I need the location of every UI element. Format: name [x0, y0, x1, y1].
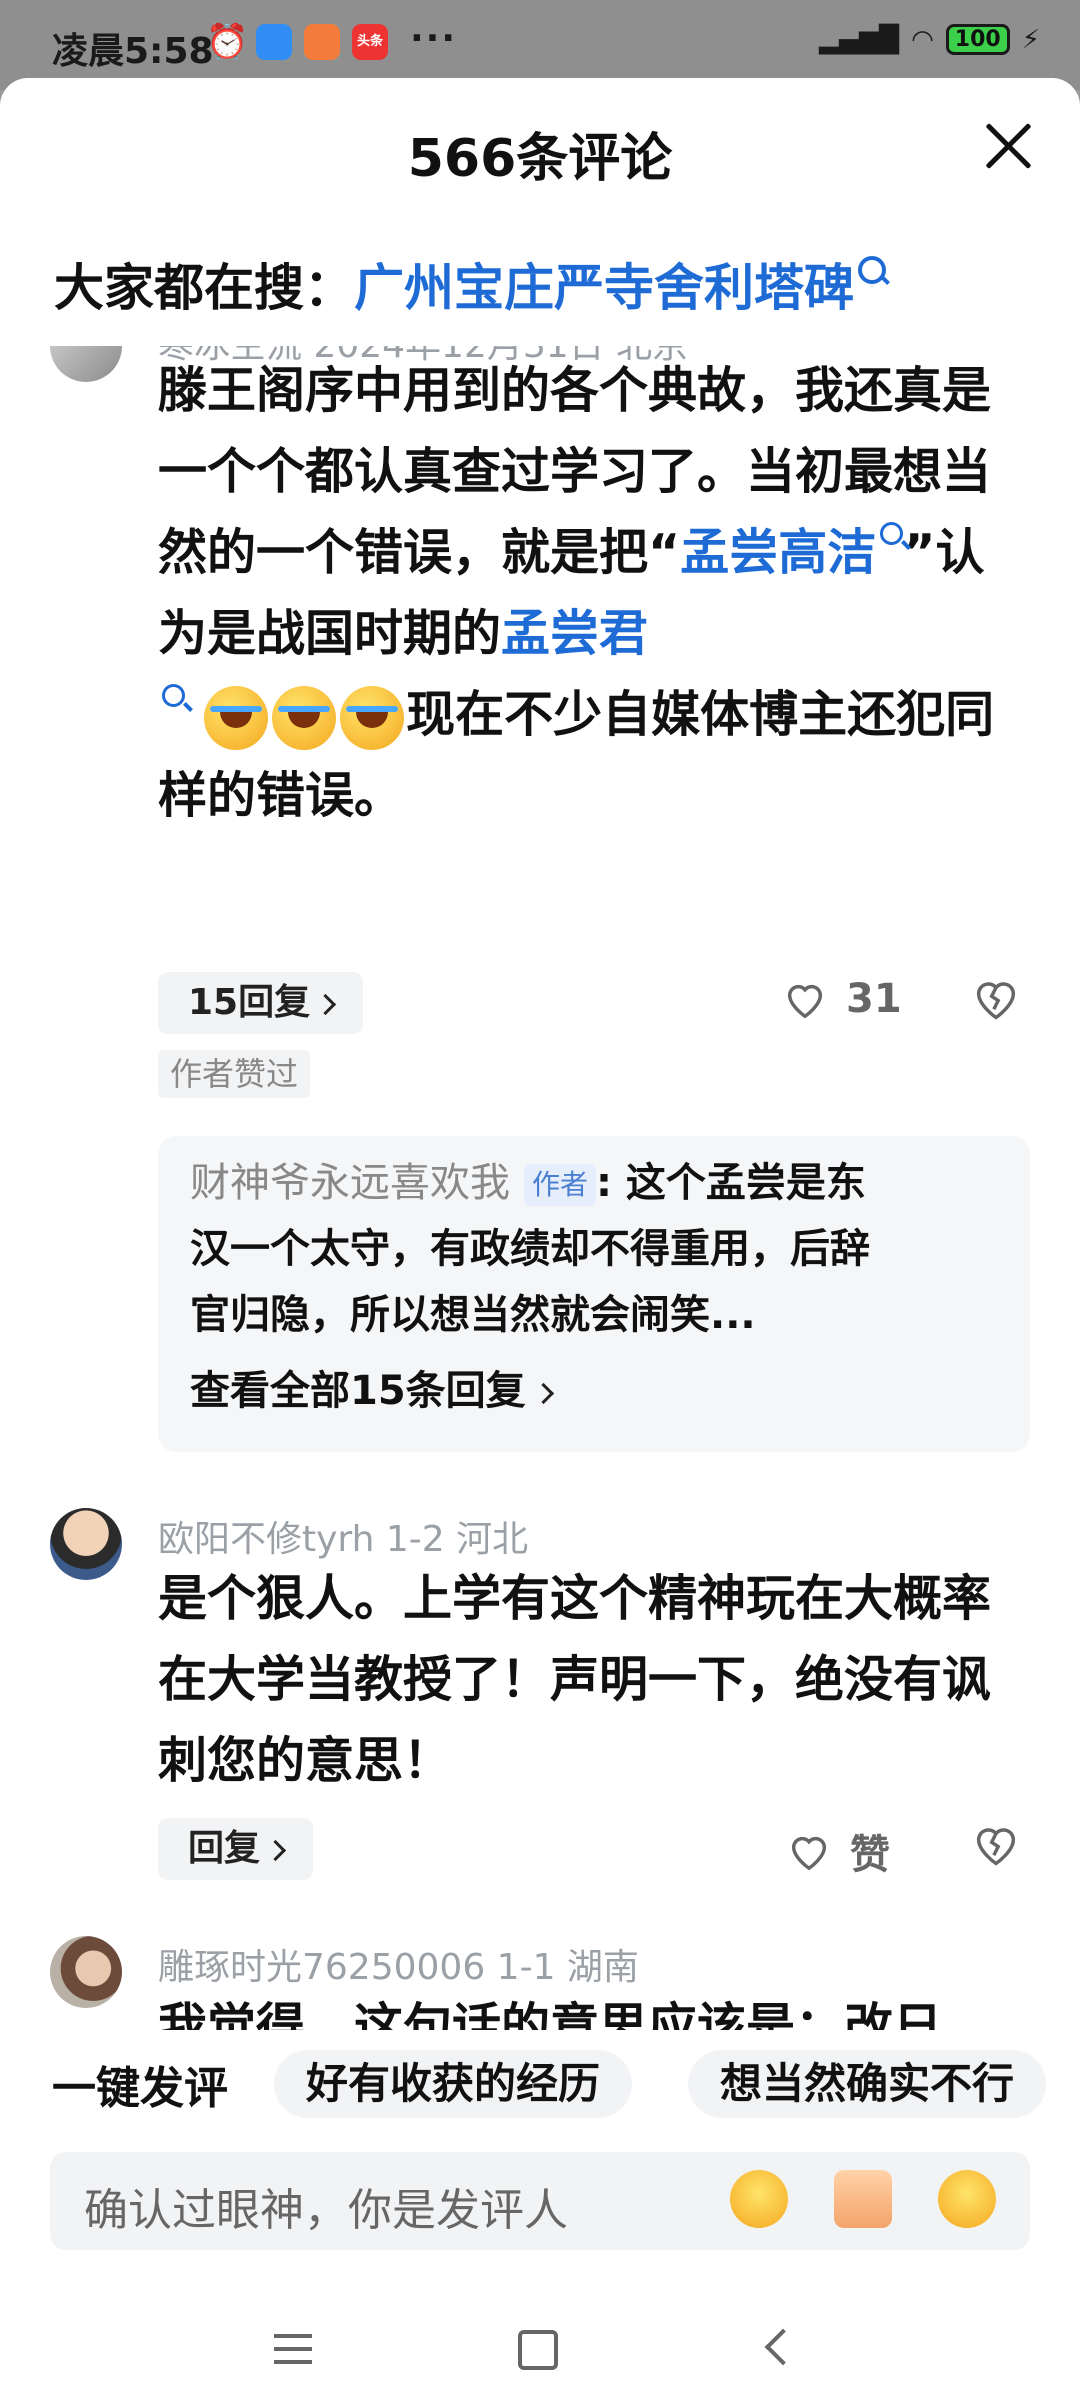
dislike-broken-heart-icon[interactable]	[970, 972, 1022, 1024]
reply-preview-line: 官归隐，所以想当然就会闹笑...	[190, 1292, 756, 1338]
status-time: 凌晨5:58	[52, 31, 214, 72]
comment-input-placeholder: 确认过眼神，你是发评人	[84, 2185, 568, 2236]
app-notification-icon	[256, 24, 292, 60]
close-icon[interactable]	[980, 118, 1036, 174]
search-icon	[880, 522, 904, 545]
like-button[interactable]: 赞	[786, 1822, 890, 1880]
comment-list[interactable]: 寒冰空流 2024年12月31日 北京 滕王阁序中用到的各个典故，我还真是一个个…	[0, 346, 1080, 2108]
laugh-cry-emoji-icon	[272, 685, 337, 750]
avatar[interactable]	[50, 346, 122, 382]
comments-sheet: 566条评论 大家都在搜：广州宝庄严寺舍利塔碑 寒冰空流 2024年12月31日…	[0, 78, 1080, 2400]
reply-button[interactable]: 回复	[158, 1818, 314, 1880]
shopping-app-icon	[304, 24, 340, 60]
replies-button[interactable]: 15回复	[158, 972, 364, 1034]
comment-meta: 雕琢时光76250006 1-1 湖南	[158, 1947, 639, 1988]
grin-emoji-icon[interactable]	[730, 2170, 788, 2228]
avatar[interactable]	[50, 1936, 122, 2008]
avatar[interactable]	[50, 1508, 122, 1580]
heart-icon	[791, 1836, 827, 1871]
laugh-cry-emoji-icon	[340, 685, 405, 750]
back-icon[interactable]	[764, 2328, 802, 2366]
status-right: ▂▄▆█ ◠ 100 ⚡	[819, 24, 1040, 55]
laugh-emoji-icon[interactable]	[938, 2170, 996, 2228]
status-bar: 凌晨5:58 ⏰ 头条 ··· ▂▄▆█ ◠ 100 ⚡	[0, 0, 1080, 90]
author-liked-tag: 作者赞过	[158, 1050, 311, 1098]
charging-icon: ⚡	[1021, 24, 1040, 55]
comment-text: 是个狠人。上学有这个精神玩在大概率在大学当教授了！声明一下，绝没有讽刺您的意思！	[158, 1570, 992, 1789]
chevron-right-icon	[532, 1382, 554, 1404]
comment-meta: 欧阳不修tyrh 1-2 河北	[158, 1519, 529, 1560]
reply-preview-line: 财神爷永远喜欢我 作者: 这个孟尝是东	[190, 1150, 866, 1216]
author-tag: 作者	[523, 1164, 596, 1206]
search-icon	[162, 684, 185, 707]
system-nav-bar	[0, 2300, 1080, 2400]
signal-icon: ▂▄▆█	[819, 24, 900, 55]
reply-button-label: 回复	[188, 1828, 261, 1869]
alarm-icon: ⏰	[206, 22, 249, 62]
quick-comment-chip[interactable]: 想当然确实不行	[688, 2050, 1047, 2118]
reply-author[interactable]: 财神爷永远喜欢我	[190, 1160, 510, 1206]
view-all-replies-link[interactable]: 查看全部15条回复	[190, 1358, 554, 1424]
chevron-right-icon	[264, 1839, 287, 1861]
keyword-link[interactable]: 孟尝高洁	[680, 524, 876, 581]
replies-button-label: 15回复	[188, 982, 311, 1023]
chevron-right-icon	[315, 993, 337, 1015]
quick-comment-chip[interactable]: 好有收获的经历	[274, 2050, 633, 2118]
battery-icon: 100	[945, 24, 1010, 55]
heart-icon	[787, 984, 823, 1019]
trending-search-keyword[interactable]: 广州宝庄严寺舍利塔碑	[354, 259, 854, 317]
like-button[interactable]: 31	[782, 976, 902, 1022]
toutiao-app-icon: 头条	[352, 24, 388, 60]
trending-search[interactable]: 大家都在搜：广州宝庄严寺舍利塔碑	[54, 248, 886, 320]
reply-preview-line: 汉一个太守，有政绩却不得重用，后辞	[190, 1226, 870, 1272]
comment-text: 滕王阁序中用到的各个典故，我还真是一个个都认真查过学习了。当初最想当然的一个错误…	[158, 350, 1018, 836]
reply-preview[interactable]: 财神爷永远喜欢我 作者: 这个孟尝是东 汉一个太守，有政绩却不得重用，后辞 官归…	[158, 1136, 1030, 1452]
trending-search-prefix: 大家都在搜：	[54, 259, 354, 317]
home-icon[interactable]	[518, 2330, 558, 2370]
more-notifications-icon: ···	[410, 18, 458, 59]
dislike-broken-heart-icon[interactable]	[970, 1818, 1022, 1870]
quick-comment-label: 一键发评	[52, 2063, 228, 2114]
wifi-icon: ◠	[911, 24, 934, 55]
comments-count-title: 566条评论	[407, 129, 673, 189]
view-all-replies-label: 查看全部15条回复	[190, 1368, 526, 1414]
reply-text: : 这个孟尝是东	[595, 1160, 866, 1206]
like-count: 31	[846, 976, 902, 1022]
comment-input[interactable]: 确认过眼神，你是发评人	[50, 2152, 1030, 2250]
keyword-link[interactable]: 孟尝君	[501, 605, 648, 662]
search-icon	[858, 256, 886, 284]
like-label: 赞	[850, 1832, 890, 1878]
thumbs-up-emoji-icon[interactable]	[834, 2170, 892, 2228]
quick-comment-bar: 一键发评 好有收获的经历 想当然确实不行	[0, 2030, 1080, 2130]
menu-icon[interactable]	[274, 2334, 312, 2364]
laugh-cry-emoji-icon	[204, 685, 269, 750]
